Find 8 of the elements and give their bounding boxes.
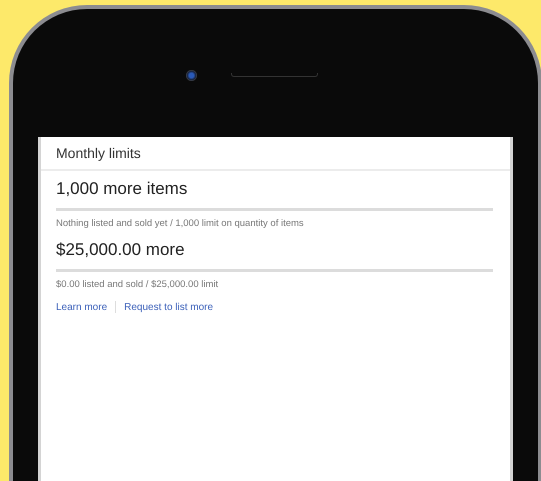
limit-amount: 1,000 more items [56, 179, 188, 199]
limit-amount: $25,000.00 more [56, 240, 186, 260]
camera-icon [186, 70, 197, 80]
text-link[interactable]: Request to list more [124, 302, 214, 312]
text-link[interactable]: Learn more [56, 302, 108, 312]
limit-detail: Nothing listed and sold yet / 1,000 limit on quantity of items [56, 218, 305, 229]
limit-detail: $0.00 listed and sold / $25,000.00 limit [56, 279, 220, 290]
section-title: Monthly limits [56, 145, 141, 161]
